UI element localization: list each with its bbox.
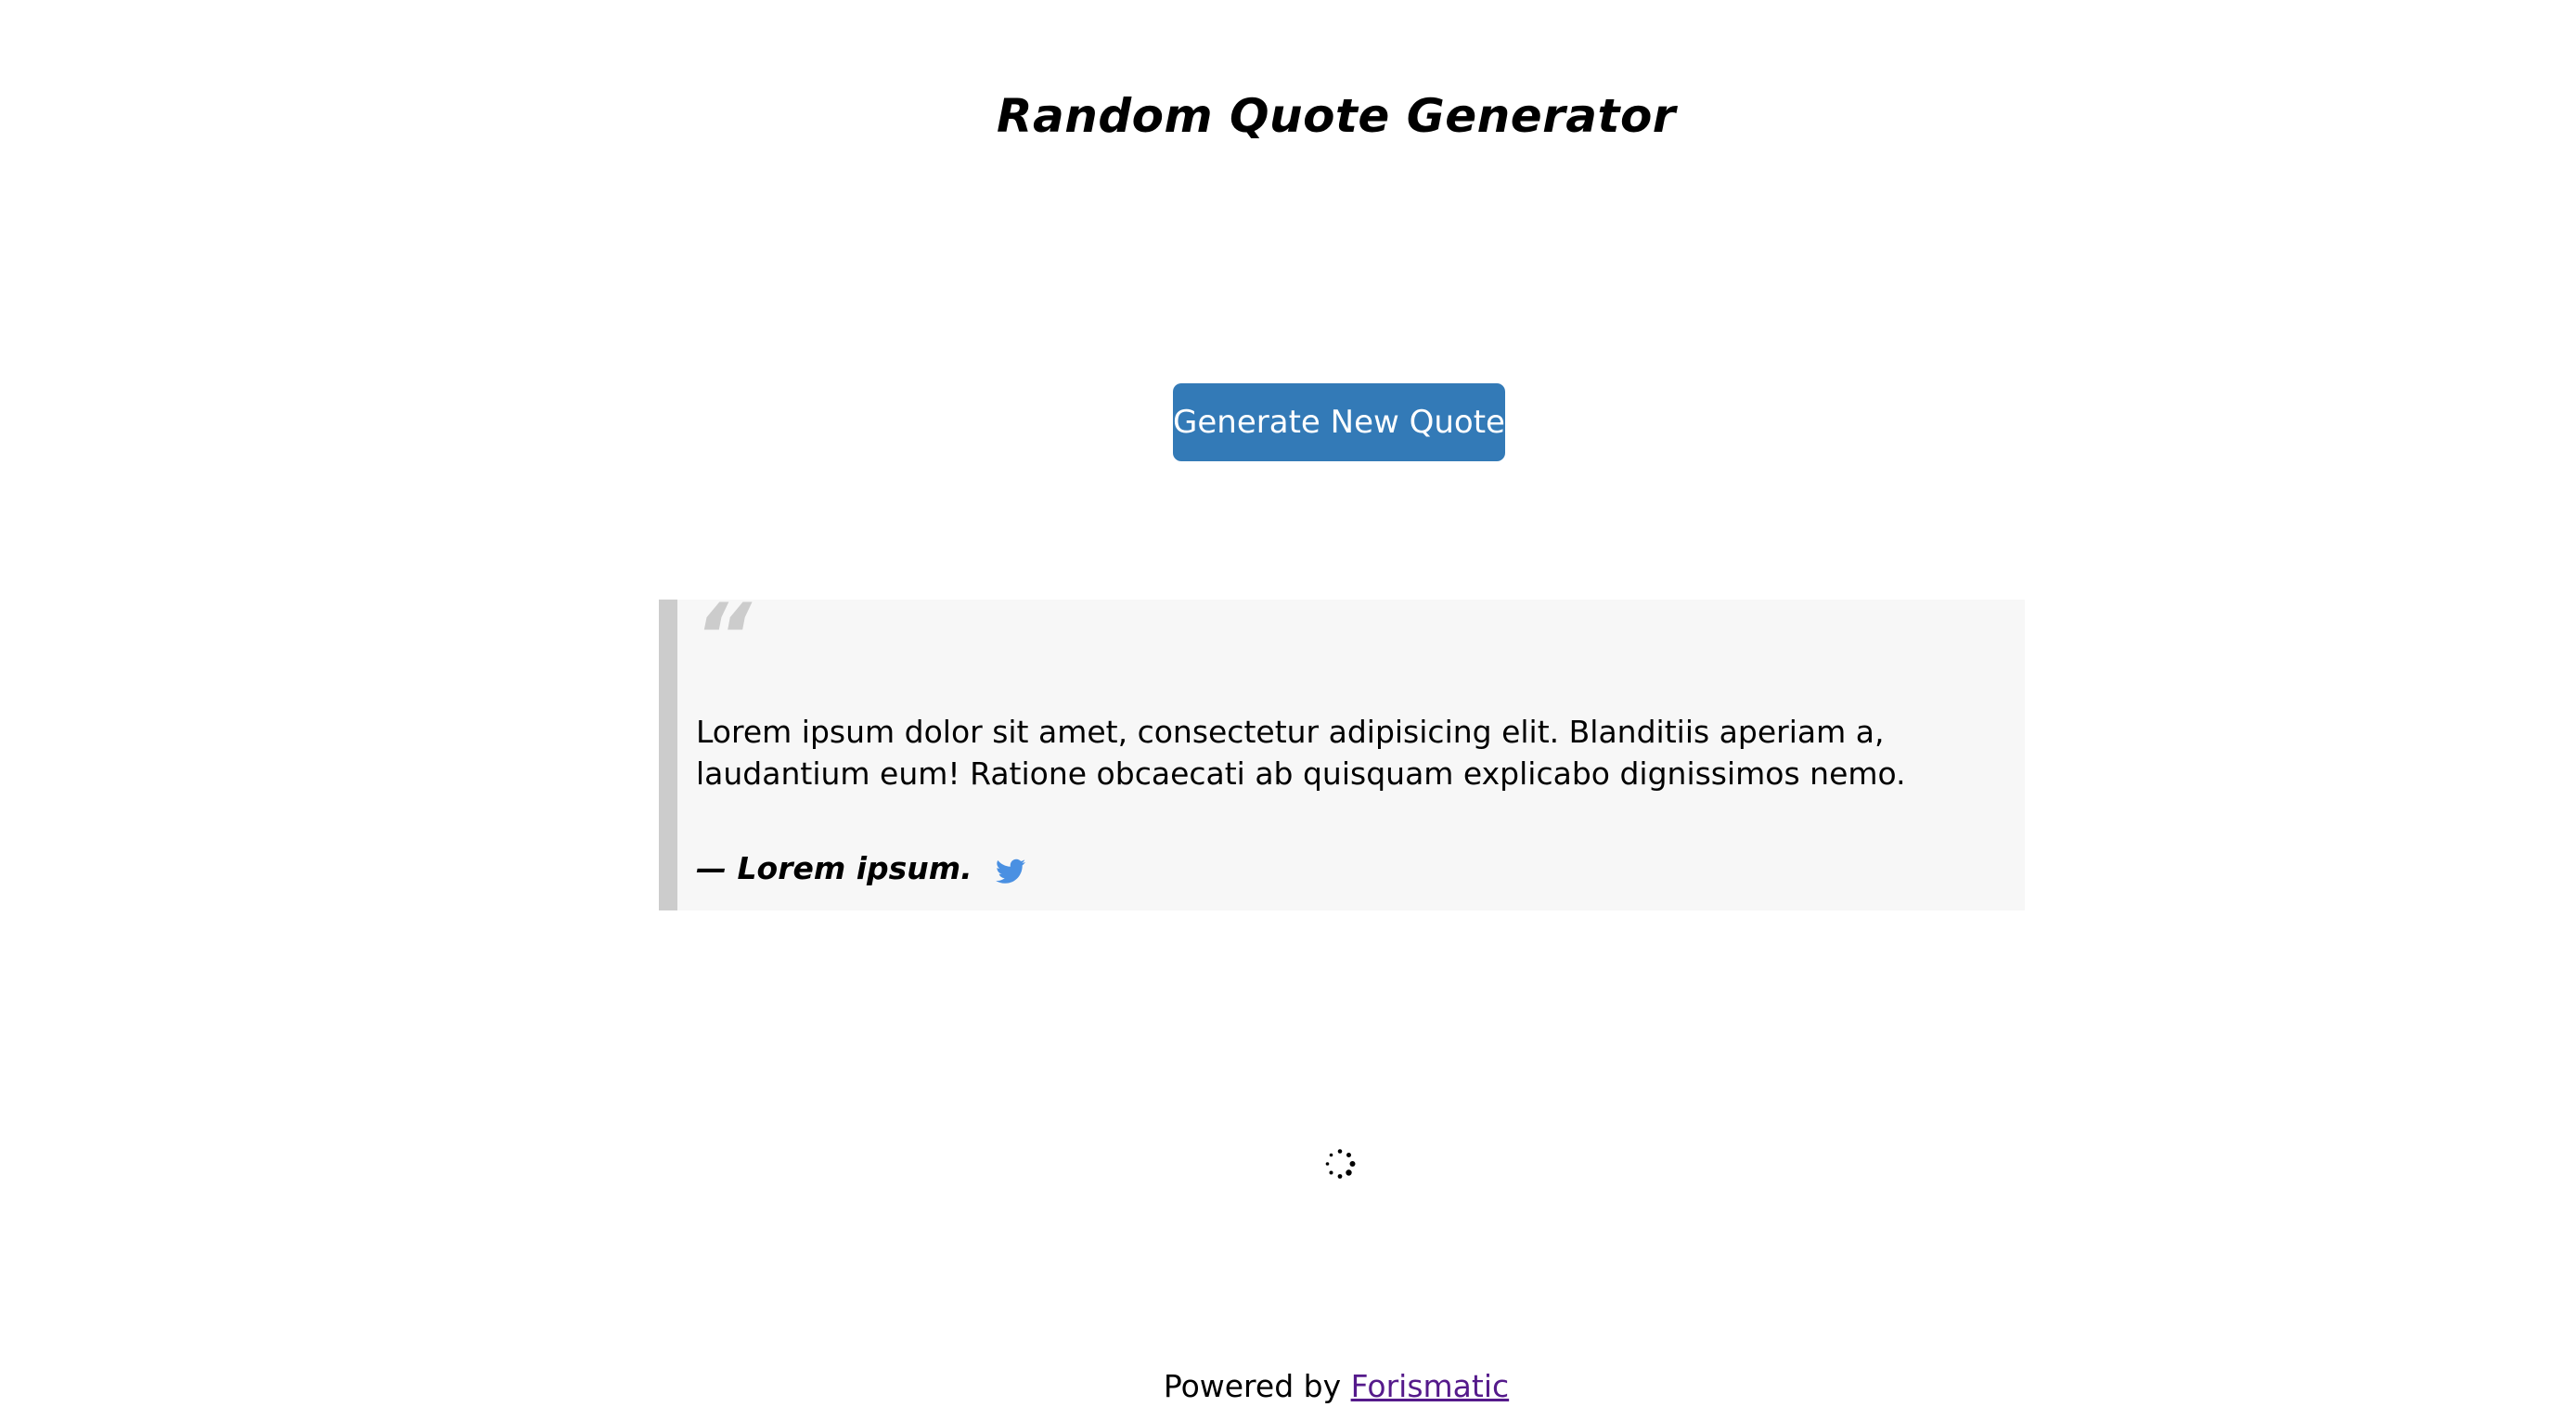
page-title: Random Quote Generator <box>997 89 1676 143</box>
quote-text: Lorem ipsum dolor sit amet, consectetur … <box>696 714 1906 792</box>
page: Random Quote Generator Generate New Quot… <box>0 0 2576 1407</box>
spinner-icon <box>1325 1149 1356 1179</box>
footer-prefix: Powered by <box>1163 1368 1351 1404</box>
twitter-icon[interactable] <box>996 858 1025 884</box>
footer: Powered by Forismatic <box>0 1368 2576 1405</box>
twitter-bird-glyph <box>996 858 1025 884</box>
forismatic-link[interactable]: Forismatic <box>1351 1368 1510 1404</box>
generate-new-quote-button[interactable]: Generate New Quote <box>1173 383 1505 461</box>
quote-mark-icon: “ <box>694 585 752 689</box>
quote-card: “ Lorem ipsum dolor sit amet, consectetu… <box>659 592 2025 910</box>
quote-author: — Lorem ipsum. <box>696 850 972 886</box>
